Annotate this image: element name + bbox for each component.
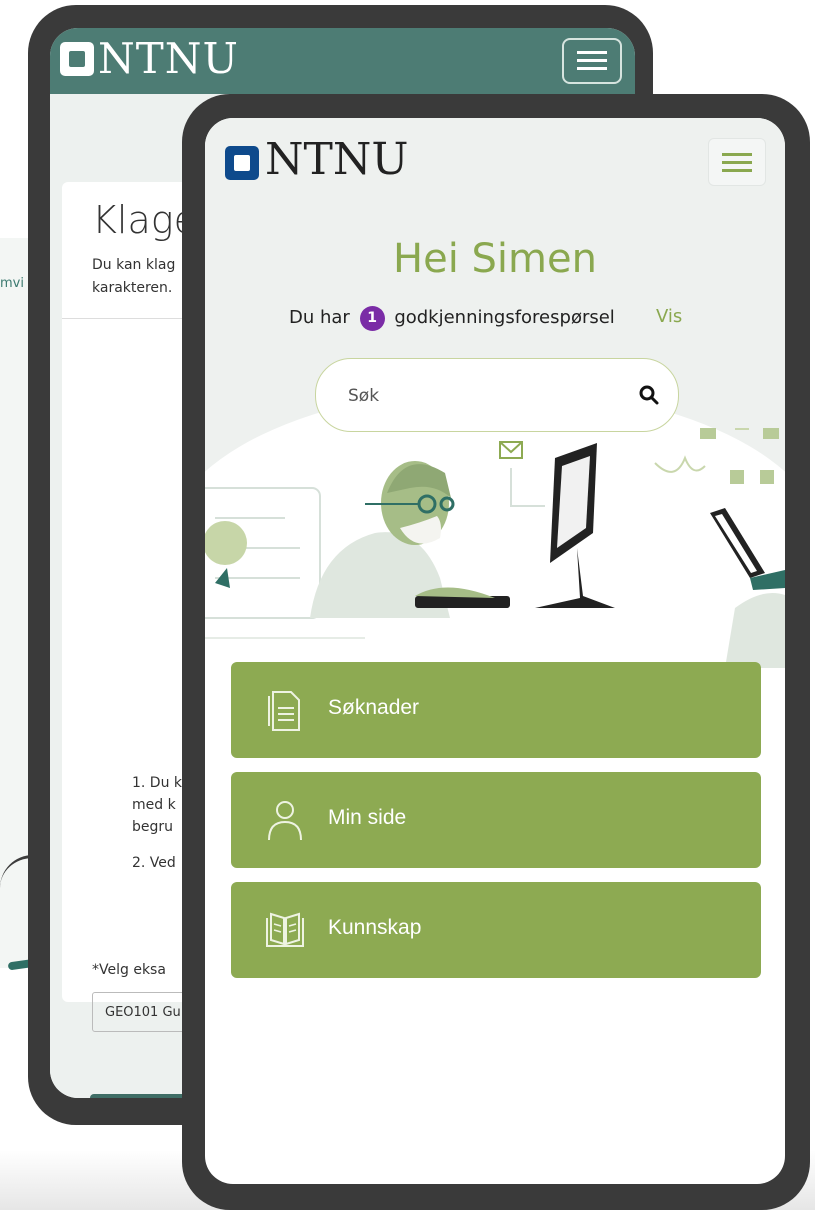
approval-suffix: godkjenningsforespørsel: [394, 307, 615, 328]
menu-line: [577, 59, 607, 62]
front-phone-screen: NTNU Hei Simen Du har 1 godkjenningsfore…: [205, 118, 785, 1184]
search-bar: [315, 358, 679, 432]
exam-label-text: Velg eksa: [99, 962, 166, 978]
menu-line: [722, 161, 752, 164]
step-line: begru: [132, 819, 174, 835]
search-input[interactable]: [346, 381, 620, 411]
nav-card-kunnskap[interactable]: Kunnskap: [231, 882, 761, 978]
required-mark: *: [92, 962, 99, 978]
view-approvals-link[interactable]: Vis: [656, 306, 682, 327]
approval-count-badge: 1: [359, 306, 385, 331]
step-line: 1. Du k: [132, 775, 183, 791]
menu-line: [722, 169, 752, 172]
greeting-heading: Hei Simen: [393, 236, 597, 282]
mail-icon: [499, 441, 523, 459]
menu-line: [722, 153, 752, 156]
left-page-text: mvi: [0, 276, 24, 291]
back-hamburger-menu-button[interactable]: [562, 38, 622, 84]
menu-line: [577, 67, 607, 70]
ntnu-logo-text: NTNU: [265, 134, 409, 185]
ntnu-logo-icon: [60, 42, 94, 76]
exam-select-label: *Velg eksa: [92, 962, 166, 978]
approval-notice: Du har 1 godkjenningsforespørsel: [289, 306, 615, 331]
user-icon: [268, 801, 302, 841]
menu-line: [577, 51, 607, 54]
hamburger-menu-button[interactable]: [708, 138, 766, 186]
back-logo-text: NTNU: [98, 34, 239, 83]
search-icon[interactable]: [638, 384, 660, 406]
nav-card-min-side[interactable]: Min side: [231, 772, 761, 868]
nav-card-soknader[interactable]: Søknader: [231, 662, 761, 758]
book-icon: [266, 912, 304, 947]
step-line: med k: [132, 797, 176, 813]
back-header: NTNU: [50, 28, 635, 94]
ntnu-logo-icon: [225, 146, 259, 180]
nav-card-label: Kunnskap: [328, 916, 422, 939]
nav-card-label: Min side: [328, 806, 407, 829]
step-line: 2. Ved: [132, 855, 176, 871]
nav-card-label: Søknader: [328, 696, 420, 719]
hero-illustration: [205, 428, 785, 668]
approval-prefix: Du har: [289, 307, 350, 328]
document-icon: [268, 691, 300, 731]
